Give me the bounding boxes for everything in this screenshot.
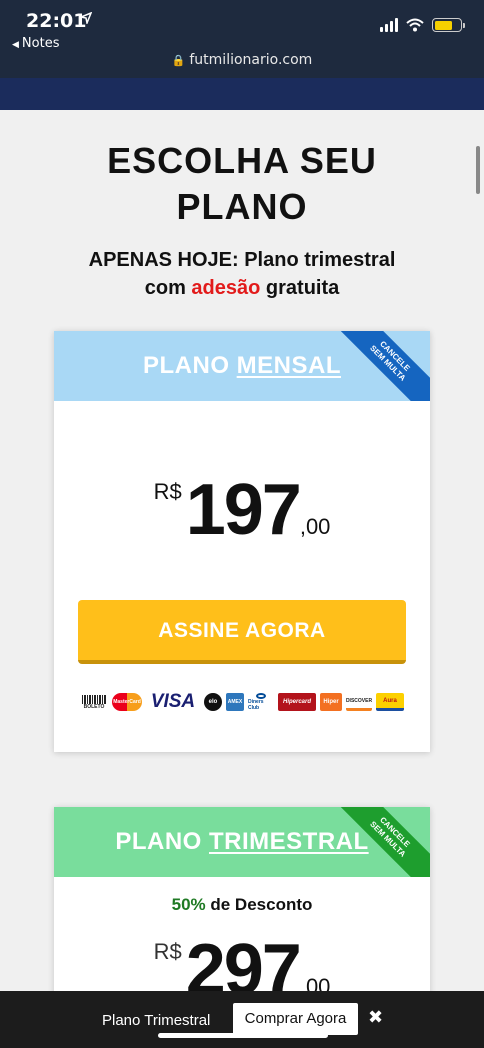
discount-text: de Desconto — [205, 895, 313, 914]
back-triangle-icon: ◀ — [12, 40, 19, 50]
plan-title-name: MENSAL — [236, 352, 341, 379]
mastercard-icon: MasterCard — [112, 693, 142, 711]
cancel-ribbon: CANCELE SEM MULTA — [327, 331, 430, 401]
plan-price: R$197,00 — [54, 469, 430, 551]
sticky-plan-label: Plano Trimestral — [102, 1012, 211, 1029]
boleto-icon: BOLETO — [80, 693, 108, 711]
elo-icon: elo — [204, 693, 222, 711]
aura-icon: Aura — [376, 693, 404, 711]
plan-card-header: PLANO MENSAL CANCELE SEM MULTA — [54, 331, 430, 401]
status-bar: 22:01 ◀ Notes 🔒 futmilionario.com — [0, 0, 484, 78]
plan-card-header: PLANO TRIMESTRAL CANCELE SEM MULTA — [54, 807, 430, 877]
discover-icon: DISCOVER — [346, 693, 372, 711]
cellular-signal-icon — [380, 18, 398, 32]
diners-club-icon: Diners Club — [248, 693, 274, 711]
discount-value: 50% — [171, 895, 206, 914]
close-icon[interactable]: ✖ — [368, 1007, 383, 1028]
home-indicator[interactable] — [158, 1033, 328, 1038]
payment-methods: BOLETO MasterCard VISA elo AMEX Diners C… — [80, 691, 404, 713]
page-title-line2: PLANO — [176, 186, 308, 227]
lock-icon: 🔒 — [171, 54, 186, 67]
location-arrow-icon — [80, 12, 92, 24]
subtitle-text: com — [144, 277, 192, 299]
url-bar[interactable]: 🔒 futmilionario.com — [0, 52, 484, 68]
price-currency: R$ — [153, 479, 182, 504]
subtitle-text-end: gratuita — [260, 277, 340, 299]
price-cents: ,00 — [299, 514, 331, 539]
back-to-app-link[interactable]: ◀ Notes — [12, 36, 59, 51]
subtitle-highlight: adesão — [191, 277, 261, 299]
site-header-strip — [0, 78, 484, 110]
clock: 22:01 — [26, 10, 87, 32]
back-app-label: Notes — [21, 36, 60, 51]
sticky-purchase-bar: Plano Trimestral Comprar Agora ✖ — [0, 991, 484, 1048]
amex-icon: AMEX — [226, 693, 244, 711]
buy-now-button[interactable]: Comprar Agora — [233, 1003, 358, 1035]
subtitle-line1: APENAS HOJE: Plano trimestral — [88, 249, 396, 271]
page-title: ESCOLHA SEU PLANO — [0, 138, 484, 230]
hiper-icon: Hiper — [320, 693, 342, 711]
plan-card-mensal: PLANO MENSAL CANCELE SEM MULTA R$197,00 A… — [54, 331, 430, 752]
visa-icon: VISA — [150, 691, 196, 712]
page-title-line1: ESCOLHA SEU — [107, 140, 377, 181]
page-subtitle: APENAS HOJE: Plano trimestral com adesão… — [0, 246, 484, 302]
plan-title: PLANO MENSAL — [143, 352, 341, 380]
url-text: futmilionario.com — [189, 52, 313, 68]
plan-title-prefix: PLANO — [142, 352, 237, 379]
price-currency: R$ — [153, 939, 182, 964]
price-integer: 197 — [185, 470, 302, 550]
wifi-icon — [406, 18, 424, 32]
battery-icon — [432, 18, 465, 32]
discount-label: 50% de Desconto — [54, 895, 430, 915]
plan-title-name: TRIMESTRAL — [209, 828, 369, 855]
plan-title: PLANO TRIMESTRAL — [115, 828, 368, 856]
status-icons — [380, 18, 465, 32]
subtitle-line2: com adesão gratuita — [0, 274, 484, 302]
hipercard-icon: Hipercard — [278, 693, 316, 711]
subscribe-button[interactable]: ASSINE AGORA — [78, 600, 406, 664]
plan-title-prefix: PLANO — [115, 828, 209, 855]
